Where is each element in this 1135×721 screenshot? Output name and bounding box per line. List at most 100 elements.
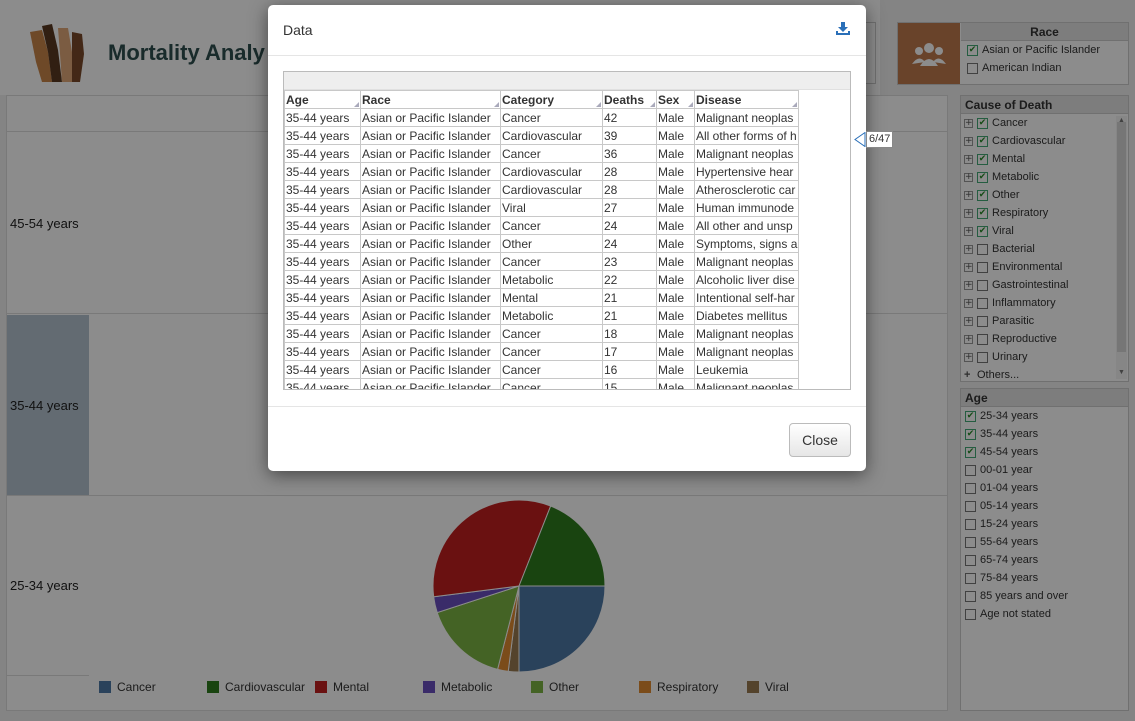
table-cell: Malignant neoplas (693, 252, 800, 271)
table-row[interactable]: 35-44 years Asian or Pacific Islander Canc… (284, 360, 800, 379)
table-cell: 35-44 years (284, 288, 361, 307)
table-cell: Cancer (500, 360, 603, 379)
column-header[interactable]: Disease (693, 90, 800, 109)
table-cell: Asian or Pacific Islander (360, 216, 501, 235)
table-cell: Asian or Pacific Islander (360, 126, 501, 145)
table-cell: Male (656, 216, 695, 235)
column-header-label: Age (286, 92, 309, 107)
table-cell: Cardiovascular (500, 180, 603, 199)
grid-toolbar (284, 72, 850, 90)
table-row[interactable]: 35-44 years Asian or Pacific Islander Meta… (284, 270, 800, 289)
column-header[interactable]: Sex (656, 90, 695, 109)
table-cell: Male (656, 288, 695, 307)
download-icon[interactable] (836, 22, 850, 36)
table-cell: Viral (500, 198, 603, 217)
table-row[interactable]: 35-44 years Asian or Pacific Islander Canc… (284, 216, 800, 235)
table-row[interactable]: 35-44 years Asian or Pacific Islander Card… (284, 180, 800, 199)
table-cell: Cancer (500, 324, 603, 343)
table-cell: Male (656, 306, 695, 325)
table-cell: Male (656, 198, 695, 217)
table-cell: 18 (602, 324, 657, 343)
table-cell: Malignant neoplas (693, 342, 800, 361)
table-row[interactable]: 35-44 years Asian or Pacific Islander Canc… (284, 252, 800, 271)
table-cell: Asian or Pacific Islander (360, 378, 501, 389)
column-header-label: Category (502, 92, 555, 107)
table-cell: Cancer (500, 108, 603, 127)
table-cell: 16 (602, 360, 657, 379)
table-row[interactable]: 35-44 years Asian or Pacific Islander Card… (284, 162, 800, 181)
table-cell: 35-44 years (284, 252, 361, 271)
table-cell: Diabetes mellitus (693, 306, 800, 325)
table-row[interactable]: 35-44 years Asian or Pacific Islander Othe… (284, 234, 800, 253)
table-cell: 42 (602, 108, 657, 127)
table-row[interactable]: 35-44 years Asian or Pacific Islander Canc… (284, 108, 800, 127)
table-header-row: Age Race Category Deaths Sex Disease (284, 90, 800, 109)
table-cell: 35-44 years (284, 144, 361, 163)
table-cell: Asian or Pacific Islander (360, 306, 501, 325)
table-cell: Asian or Pacific Islander (360, 162, 501, 181)
table-row[interactable]: 35-44 years Asian or Pacific Islander Canc… (284, 324, 800, 343)
column-header[interactable]: Race (360, 90, 501, 109)
table-row[interactable]: 35-44 years Asian or Pacific Islander Meta… (284, 306, 800, 325)
table-row[interactable]: 35-44 years Asian or Pacific Islander Ment… (284, 288, 800, 307)
table-cell: 35-44 years (284, 270, 361, 289)
table-cell: 35-44 years (284, 360, 361, 379)
table-cell: Cancer (500, 342, 603, 361)
table-cell: Malignant neoplas (693, 144, 800, 163)
table-cell: 35-44 years (284, 162, 361, 181)
table-cell: All other forms of h (693, 126, 800, 145)
table-cell: Asian or Pacific Islander (360, 324, 501, 343)
table-cell: Male (656, 162, 695, 181)
sort-indicator-icon (596, 102, 601, 107)
table-cell: 35-44 years (284, 198, 361, 217)
column-header[interactable]: Deaths (602, 90, 657, 109)
table-cell: 35-44 years (284, 342, 361, 361)
table-row[interactable]: 35-44 years Asian or Pacific Islander Canc… (284, 342, 800, 361)
table-cell: Asian or Pacific Islander (360, 108, 501, 127)
table-cell: Malignant neoplas (693, 108, 800, 127)
table-cell: Atherosclerotic car (693, 180, 800, 199)
table-cell: 28 (602, 180, 657, 199)
table-cell: Leukemia (693, 360, 800, 379)
table-cell: Male (656, 252, 695, 271)
table-cell: All other and unsp (693, 216, 800, 235)
column-header[interactable]: Category (500, 90, 603, 109)
table-row[interactable]: 35-44 years Asian or Pacific Islander Canc… (284, 378, 800, 389)
modal-title: Data (283, 22, 313, 38)
table-cell: Asian or Pacific Islander (360, 360, 501, 379)
table-row[interactable]: 35-44 years Asian or Pacific Islander Vira… (284, 198, 800, 217)
sort-indicator-icon (688, 102, 693, 107)
data-grid[interactable]: Age Race Category Deaths Sex Disease 35-44 ye… (283, 71, 851, 390)
table-cell: Asian or Pacific Islander (360, 144, 501, 163)
table-cell: Cancer (500, 216, 603, 235)
table-cell: 35-44 years (284, 306, 361, 325)
table-cell: Metabolic (500, 306, 603, 325)
table-cell: 39 (602, 126, 657, 145)
table-row[interactable]: 35-44 years Asian or Pacific Islander Card… (284, 126, 800, 145)
table-cell: 28 (602, 162, 657, 181)
table-cell: Male (656, 360, 695, 379)
table-body: 35-44 years Asian or Pacific Islander Canc… (284, 108, 800, 389)
table-cell: Cardiovascular (500, 126, 603, 145)
table-cell: 22 (602, 270, 657, 289)
column-header[interactable]: Age (284, 90, 361, 109)
row-count-tooltip: 6/47 (866, 131, 894, 148)
table-cell: Human immunode (693, 198, 800, 217)
table-cell: Mental (500, 288, 603, 307)
table-cell: 15 (602, 378, 657, 389)
column-header-label: Race (362, 92, 391, 107)
table-cell: Cancer (500, 144, 603, 163)
table-row[interactable]: 35-44 years Asian or Pacific Islander Canc… (284, 144, 800, 163)
table-cell: 21 (602, 306, 657, 325)
table-cell: Other (500, 234, 603, 253)
column-header-label: Deaths (604, 92, 645, 107)
table-cell: Male (656, 108, 695, 127)
table-cell: Hypertensive hear (693, 162, 800, 181)
close-button[interactable]: Close (789, 423, 851, 457)
modal-header: Data (268, 5, 866, 56)
sort-indicator-icon (792, 102, 798, 107)
table-cell: Male (656, 234, 695, 253)
table-cell: 36 (602, 144, 657, 163)
table-cell: 35-44 years (284, 126, 361, 145)
table-cell: Asian or Pacific Islander (360, 234, 501, 253)
